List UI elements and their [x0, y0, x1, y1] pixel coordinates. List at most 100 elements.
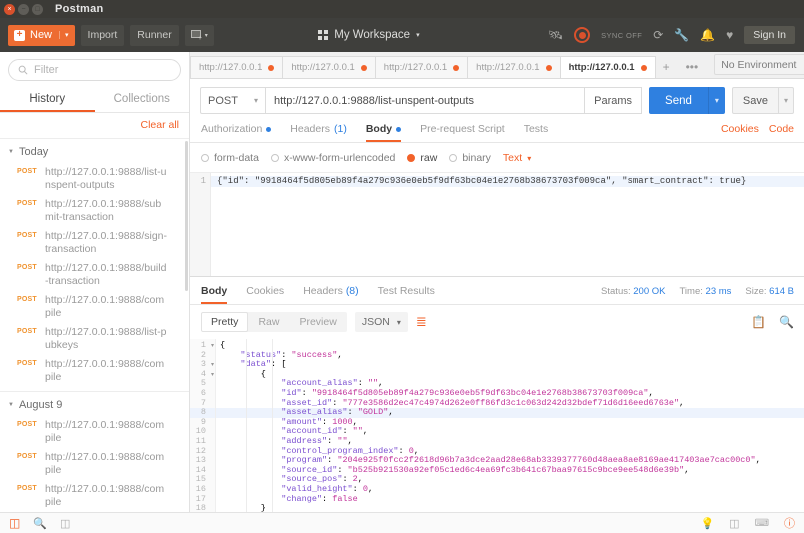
fold-icon[interactable]: ▾ — [211, 360, 214, 370]
request-tab[interactable]: http://127.0.0.1 — [467, 56, 561, 78]
params-button[interactable]: Params — [585, 87, 643, 114]
fold-icon[interactable]: ▾ — [211, 341, 214, 351]
tab-history[interactable]: History — [0, 87, 95, 112]
response-format-select[interactable]: JSON ▾ — [354, 312, 408, 332]
list-item[interactable]: POST http://127.0.0.1:9888/sign-transact… — [0, 227, 189, 259]
list-item[interactable]: POST http://127.0.0.1:9888/submit-transa… — [0, 195, 189, 227]
list-item[interactable]: POST http://127.0.0.1:9888/compile — [0, 448, 189, 480]
list-item[interactable]: POST http://127.0.0.1:9888/compile — [0, 355, 189, 387]
search-icon[interactable]: 🔍 — [33, 517, 47, 530]
request-body-code[interactable]: {"id": "9918464f5d805eb89f4a279c936e0eb5… — [211, 173, 804, 276]
new-button-label: New — [30, 29, 53, 41]
chevron-down-icon[interactable]: ▾ — [59, 31, 69, 39]
method-select[interactable]: POST ▾ — [200, 87, 266, 114]
view-mode-raw[interactable]: Raw — [248, 312, 289, 332]
chevron-down-icon: ▼ — [8, 402, 14, 408]
method-badge: POST — [17, 296, 37, 303]
refresh-icon[interactable]: ⟳ — [653, 28, 663, 42]
list-item[interactable]: POST http://127.0.0.1:9888/compile — [0, 416, 189, 448]
request-tab[interactable]: http://127.0.0.1 — [190, 56, 284, 78]
send-options-button[interactable]: ▾ — [707, 87, 725, 114]
radio-icon — [407, 154, 416, 162]
heart-icon[interactable]: ♥ — [726, 28, 733, 42]
radio-form-data[interactable]: form-data — [201, 152, 259, 164]
keyboard-icon[interactable]: ⌨ — [755, 518, 769, 529]
save-options-button[interactable]: ▾ — [778, 87, 794, 114]
list-item[interactable]: POST http://127.0.0.1:9888/compile — [0, 291, 189, 323]
unsaved-dot-icon — [268, 64, 275, 71]
request-tab-active[interactable]: http://127.0.0.1 — [559, 56, 656, 78]
copy-icon[interactable]: 📋 — [751, 315, 766, 329]
sign-in-button[interactable]: Sign In — [744, 26, 795, 44]
history-url: http://127.0.0.1:9888/list-pubkeys — [45, 326, 167, 351]
tab-authorization[interactable]: Authorization — [201, 123, 272, 142]
radio-binary[interactable]: binary — [449, 152, 491, 164]
help-icon[interactable]: ⓘ — [784, 515, 795, 531]
bulb-icon[interactable]: 💡 — [700, 517, 714, 530]
response-code[interactable]: { "status": "success", "data": [ { "acco… — [216, 339, 804, 512]
history-group-label: Today — [18, 146, 49, 158]
method-badge: POST — [17, 264, 37, 271]
list-item[interactable]: POST http://127.0.0.1:9888/build-transac… — [0, 259, 189, 291]
window-minimize-icon[interactable]: − — [18, 3, 29, 15]
header-left-actions: + New ▾ Import Runner + ▾ — [0, 24, 214, 46]
environment-select[interactable]: No Environment ▾ — [714, 54, 804, 75]
toggle-sidebar-icon[interactable]: ◫ — [9, 516, 20, 530]
sidebar-scrollbar[interactable] — [185, 141, 188, 291]
radio-urlencoded[interactable]: x-www-form-urlencoded — [270, 152, 395, 164]
raw-format-select[interactable]: Text ▾ — [503, 152, 531, 164]
satellite-icon[interactable]: 🛰 — [548, 28, 563, 42]
tab-response-body[interactable]: Body — [201, 285, 227, 304]
list-item[interactable]: POST http://127.0.0.1:9888/compile — [0, 480, 189, 512]
plus-icon: + — [14, 29, 25, 41]
response-body-viewer[interactable]: ▾ 1 2 ▾ 3 ▾ 4 5 6 7 8 9 10 11 12 13 14 15 1… — [190, 339, 804, 512]
layout-icon[interactable]: ◫ — [729, 517, 739, 530]
status-bar-right: 💡 ◫ ⌨ ⓘ — [700, 515, 795, 531]
radio-raw[interactable]: raw — [407, 152, 437, 164]
send-button[interactable]: Send — [649, 87, 708, 114]
indicator-dot-icon — [266, 126, 272, 132]
tab-tests[interactable]: Tests — [524, 123, 549, 142]
fold-icon[interactable]: ▾ — [211, 370, 214, 380]
import-button[interactable]: Import — [80, 24, 125, 46]
tab-collections[interactable]: Collections — [95, 87, 190, 112]
console-icon[interactable]: ◫ — [60, 517, 70, 530]
tab-response-headers[interactable]: Headers (8) — [303, 285, 358, 304]
bell-icon[interactable]: 🔔 — [700, 28, 715, 42]
tab-pre-request-script[interactable]: Pre-request Script — [420, 123, 505, 142]
tab-test-results[interactable]: Test Results — [378, 285, 435, 304]
window-maximize-icon[interactable]: □ — [32, 3, 43, 15]
add-tab-button[interactable]: + — [655, 56, 678, 78]
request-tab[interactable]: http://127.0.0.1 — [282, 56, 376, 78]
tab-headers[interactable]: Headers (1) — [290, 123, 347, 142]
new-button[interactable]: + New ▾ — [8, 24, 75, 46]
grid-icon — [318, 30, 329, 40]
request-tab[interactable]: http://127.0.0.1 — [374, 56, 469, 78]
tab-label: Tests — [523, 123, 549, 135]
tab-response-cookies[interactable]: Cookies — [246, 285, 284, 304]
url-input[interactable]: http://127.0.0.1:9888/list-unspent-outpu… — [266, 87, 586, 114]
response-section-tabs: Body Cookies Headers (8) Test Results St… — [190, 277, 804, 305]
list-item[interactable]: POST http://127.0.0.1:9888/list-pubkeys — [0, 323, 189, 355]
tab-body[interactable]: Body — [366, 123, 402, 142]
code-link[interactable]: Code — [769, 123, 794, 135]
url-bar: POST ▾ http://127.0.0.1:9888/list-unspen… — [190, 79, 804, 114]
request-body-editor[interactable]: 1 {"id": "9918464f5d805eb89f4a279c936e0e… — [190, 172, 804, 276]
view-mode-preview[interactable]: Preview — [289, 312, 346, 332]
list-item[interactable]: POST http://127.0.0.1:9888/list-unspent-… — [0, 163, 189, 195]
view-mode-pretty[interactable]: Pretty — [201, 312, 249, 332]
window-close-icon[interactable]: × — [4, 3, 15, 15]
search-input[interactable]: Filter — [8, 59, 181, 81]
word-wrap-icon[interactable]: ≣ — [416, 315, 427, 328]
tab-options-button[interactable]: ••• — [678, 56, 707, 78]
history-group-august-9[interactable]: ▼ August 9 — [0, 392, 189, 416]
history-group-today[interactable]: ▼ Today — [0, 139, 189, 163]
sync-status-icon[interactable] — [574, 27, 591, 43]
wrench-icon[interactable]: 🔧 — [674, 28, 689, 42]
cookies-link[interactable]: Cookies — [721, 123, 759, 135]
save-button[interactable]: Save — [731, 87, 779, 114]
runner-button[interactable]: Runner — [130, 24, 179, 46]
workspace-selector[interactable]: My Workspace ▾ — [190, 29, 548, 41]
search-icon[interactable]: 🔍 — [779, 315, 794, 329]
clear-all-button[interactable]: Clear all — [0, 113, 189, 139]
